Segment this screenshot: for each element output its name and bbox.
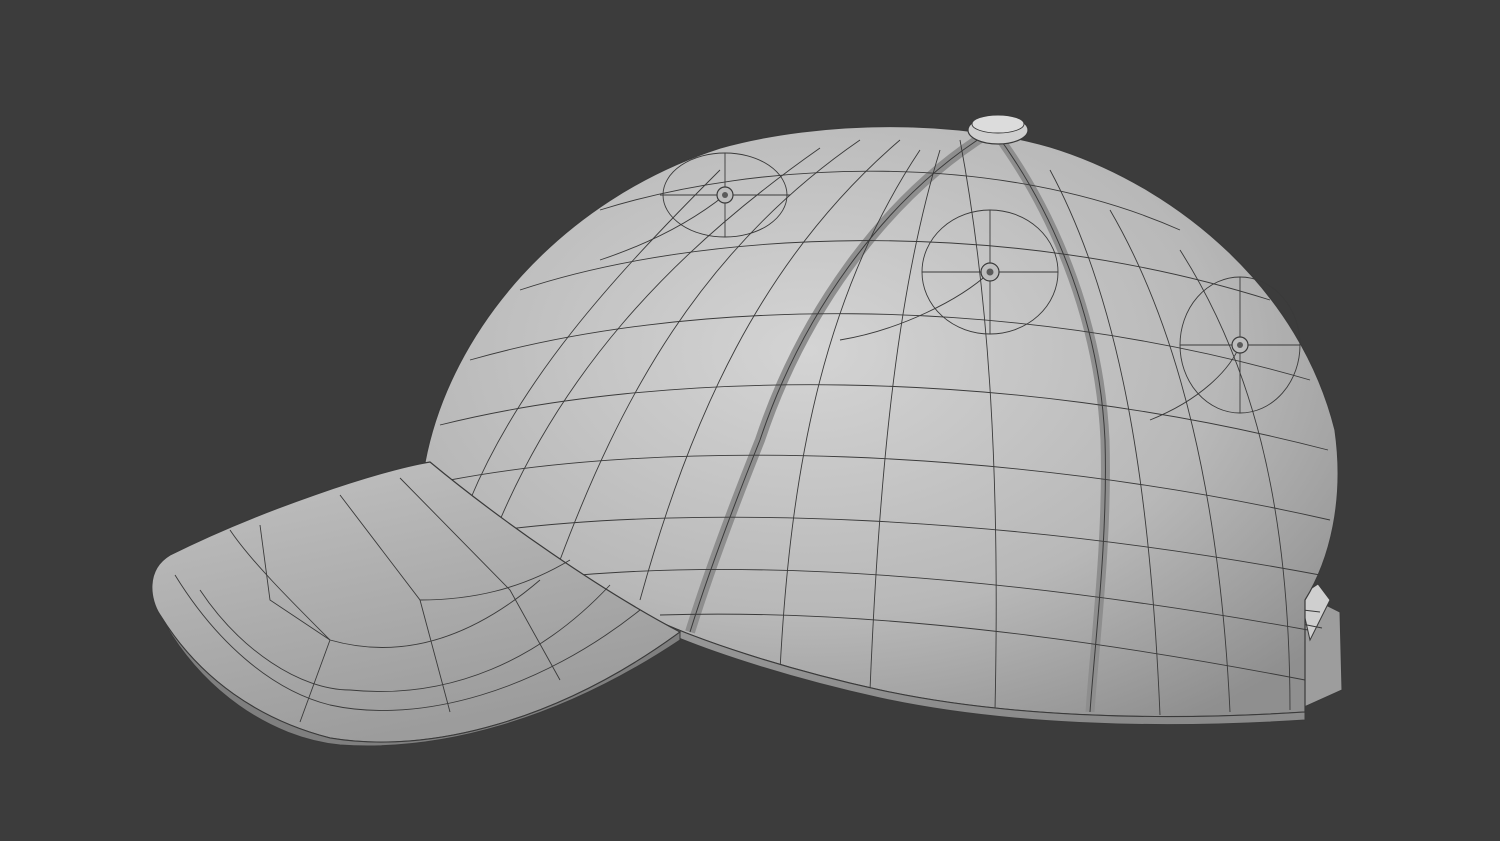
top-button xyxy=(968,115,1028,144)
render-canvas xyxy=(0,0,1500,841)
viewport-3d xyxy=(0,0,1500,841)
